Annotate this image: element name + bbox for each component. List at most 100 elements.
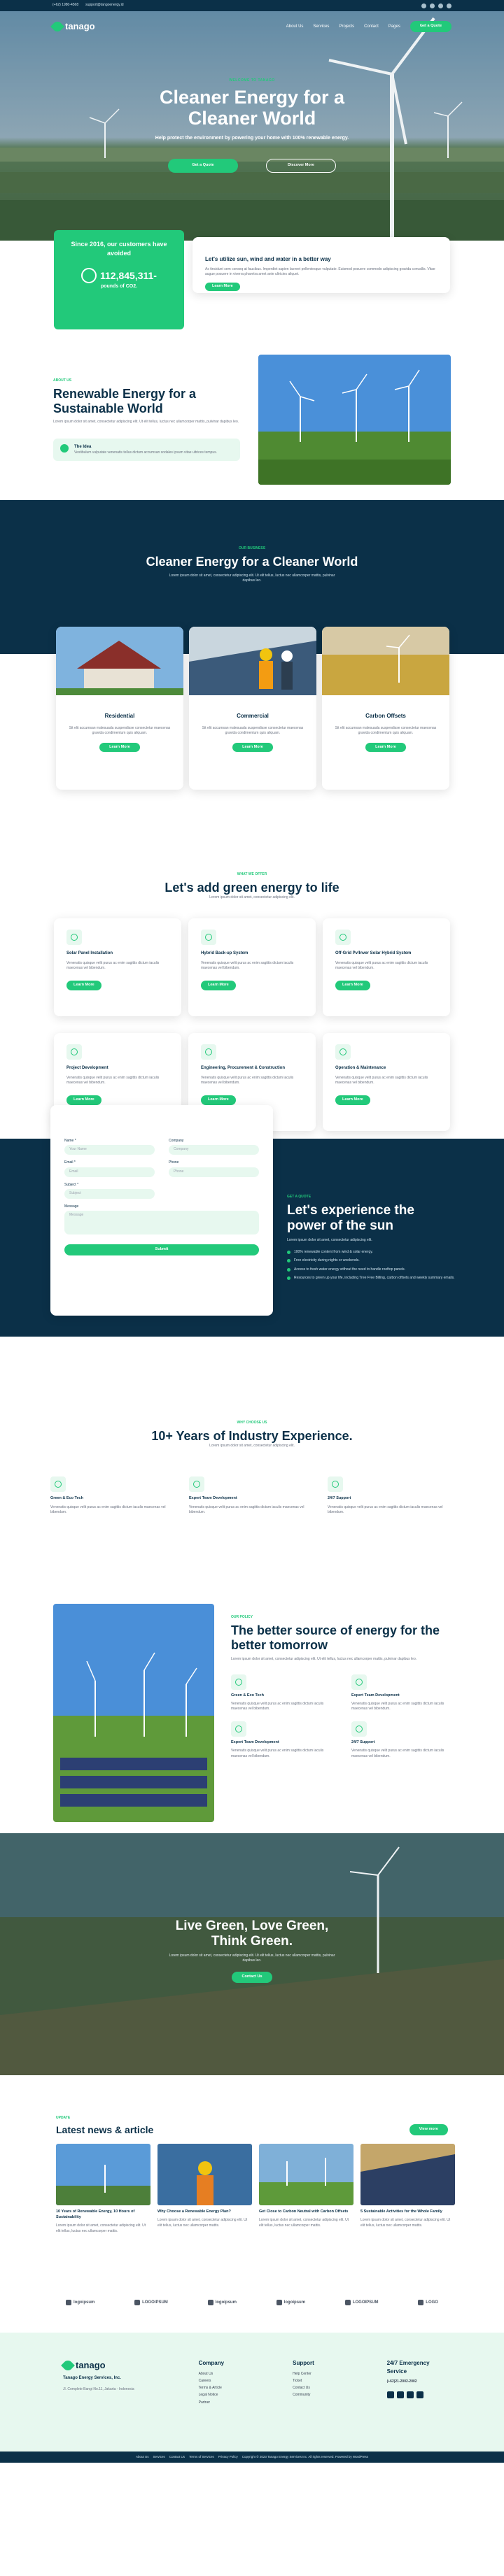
news-card[interactable]: Why Choose a Renewable Energy Plan? Lorem… [158,2144,252,2233]
brand-logo[interactable]: tanago [50,20,95,34]
intro-learn-more-button[interactable]: Learn More [205,283,240,292]
sector-learn-more-button[interactable]: Learn More [99,743,140,753]
view-more-button[interactable]: View more [409,2124,448,2136]
service-text: Venenatis quisque velit purus ac enim sa… [335,1075,428,1086]
service-learn-more-button[interactable]: Learn More [335,981,370,991]
linkedin-icon[interactable] [447,3,451,8]
service-learn-more-button[interactable]: Learn More [201,1095,236,1106]
nav-services[interactable]: Services [313,24,329,30]
solar-farm-image [53,1604,214,1822]
industry-text: Lorem ipsum dolor sit amet, consectetur … [209,1443,295,1448]
subject-input[interactable]: Subject [64,1188,155,1199]
instagram-icon[interactable] [406,2391,414,2399]
twitter-icon[interactable] [430,3,435,8]
hero-discover-button[interactable]: Discover More [266,158,336,173]
company-input[interactable]: Company [169,1145,259,1155]
footer-link[interactable]: Ticket [293,2379,351,2384]
sector-learn-more-button[interactable]: Learn More [232,743,273,753]
industry-tag: WHY CHOOSE US [237,1421,267,1425]
footer-link[interactable]: Terms & Article [199,2386,258,2391]
sectors-section: OUR BUSINESS Cleaner Energy for a Cleane… [0,500,504,836]
partner-logo: logoipsum [276,2300,305,2306]
location-pin-icon [60,444,69,453]
top-bar: (+62) 1980-4568 support@tangoenergy.id [0,0,504,11]
bottom-link[interactable]: Terms of Services [189,2455,214,2460]
submit-button[interactable]: Submit [64,1244,259,1255]
topbar-email[interactable]: support@tangoenergy.id [85,3,123,8]
hero-eyebrow: WELCOME TO TANAGO [229,78,275,83]
quote-bullet: Resources to green up your life, includi… [287,1276,455,1281]
linkedin-icon[interactable] [416,2391,424,2399]
bottom-bar: About Us Services Contact Us Terms of Se… [0,2452,504,2463]
bottom-link[interactable]: Privacy Policy [218,2455,238,2460]
news-card[interactable]: Get Close to Carbon Neutral with Carbon … [259,2144,354,2233]
about-text: Lorem ipsum dolor sit amet, consectetur … [53,420,239,425]
facebook-icon[interactable] [386,2391,394,2399]
project-icon [66,1044,82,1060]
residential-image [56,627,183,695]
eco-icon [50,1476,66,1493]
topbar-phone[interactable]: (+62) 1980-4568 [52,3,78,8]
service-title: Operation & Maintenance [335,1066,386,1071]
footer-link[interactable]: Community [293,2393,351,2398]
nav-projects[interactable]: Projects [339,24,354,30]
sector-text: Sit elit accumsan malesuada suspendisse … [335,725,437,735]
nav-about[interactable]: About Us [286,24,304,30]
nav-contact[interactable]: Contact [364,24,379,30]
news-card[interactable]: 10 Years of Renewable Energy, 10 Hours o… [56,2144,150,2233]
support-icon [328,1476,343,1493]
sector-learn-more-button[interactable]: Learn More [365,743,406,753]
footer-link[interactable]: Partner [199,2400,258,2405]
support-title: Support [293,2360,314,2366]
hero-quote-button[interactable]: Get a Quote [168,158,238,173]
services-tag: WHAT WE OFFER [237,872,267,876]
engineering-icon [201,1044,216,1060]
team-icon [351,1674,367,1690]
footer-link[interactable]: Help Center [293,2372,351,2377]
footer-link[interactable]: About Us [199,2372,258,2377]
phone-input[interactable]: Phone [169,1167,259,1177]
footer-link[interactable]: Legal Notice [199,2393,258,2398]
footer-link[interactable]: Contact Us [293,2386,351,2391]
service-learn-more-button[interactable]: Learn More [66,981,102,991]
bottom-link[interactable]: Services [153,2455,164,2460]
sector-card-commercial: Commercial Sit elit accumsan malesuada su… [189,627,316,790]
solar-panel-icon [66,930,82,946]
news-card-title[interactable]: 10 Years of Renewable Energy, 10 Hours o… [56,2209,150,2221]
maintenance-icon [335,1044,351,1060]
news-card[interactable]: 5 Sustainable Activities for the Whole F… [360,2144,455,2233]
twitter-icon[interactable] [396,2391,404,2399]
cta-contact-button[interactable]: Contact Us [232,1972,272,1984]
news-card-title[interactable]: Why Choose a Renewable Energy Plan? [158,2209,252,2215]
news-image [259,2144,354,2206]
bottom-link[interactable]: About Us [136,2455,149,2460]
footer-link[interactable]: Careers [199,2379,258,2384]
leaf-icon [50,20,64,34]
nav-quote-button[interactable]: Get a Quote [410,21,451,32]
instagram-icon[interactable] [438,3,443,8]
service-learn-more-button[interactable]: Learn More [201,981,236,991]
emergency-phone[interactable]: (+62)21-2002-2002 [387,2379,441,2384]
about-tag: ABOUT US [53,378,72,383]
footer-logo[interactable]: tanago [61,2358,164,2373]
team-icon [189,1476,204,1493]
email-input[interactable]: Email [64,1167,155,1177]
bottom-link[interactable]: Contact Us [169,2455,185,2460]
news-card-title[interactable]: 5 Sustainable Activities for the Whole F… [360,2209,455,2215]
news-card-text: Lorem ipsum dolor sit amet, consectetur … [259,2218,349,2228]
vision-box: The Idea Vestibulum vulputate venenatis t… [53,439,241,462]
better-feature-text: Venenatis quisque velit purus ac enim sa… [351,1749,444,1758]
service-learn-more-button[interactable]: Learn More [66,1095,102,1106]
name-input[interactable]: Your Name [64,1145,155,1155]
news-title: Latest news & article [56,2124,154,2136]
service-title: Off-Grid Pv/Inver Solar Hybrid System [335,951,412,956]
news-card-title[interactable]: Get Close to Carbon Neutral with Carbon … [259,2209,354,2215]
service-title: Engineering, Procurement & Construction [201,1066,286,1071]
nav-pages[interactable]: Pages [388,24,400,30]
battery-icon [201,930,216,946]
footer: tanago Tanago Energy Services, Inc. Jl. … [0,2333,504,2452]
team-icon [231,1721,246,1737]
facebook-icon[interactable] [421,3,426,8]
message-textarea[interactable]: Message [64,1211,259,1234]
service-learn-more-button[interactable]: Learn More [335,1095,370,1106]
